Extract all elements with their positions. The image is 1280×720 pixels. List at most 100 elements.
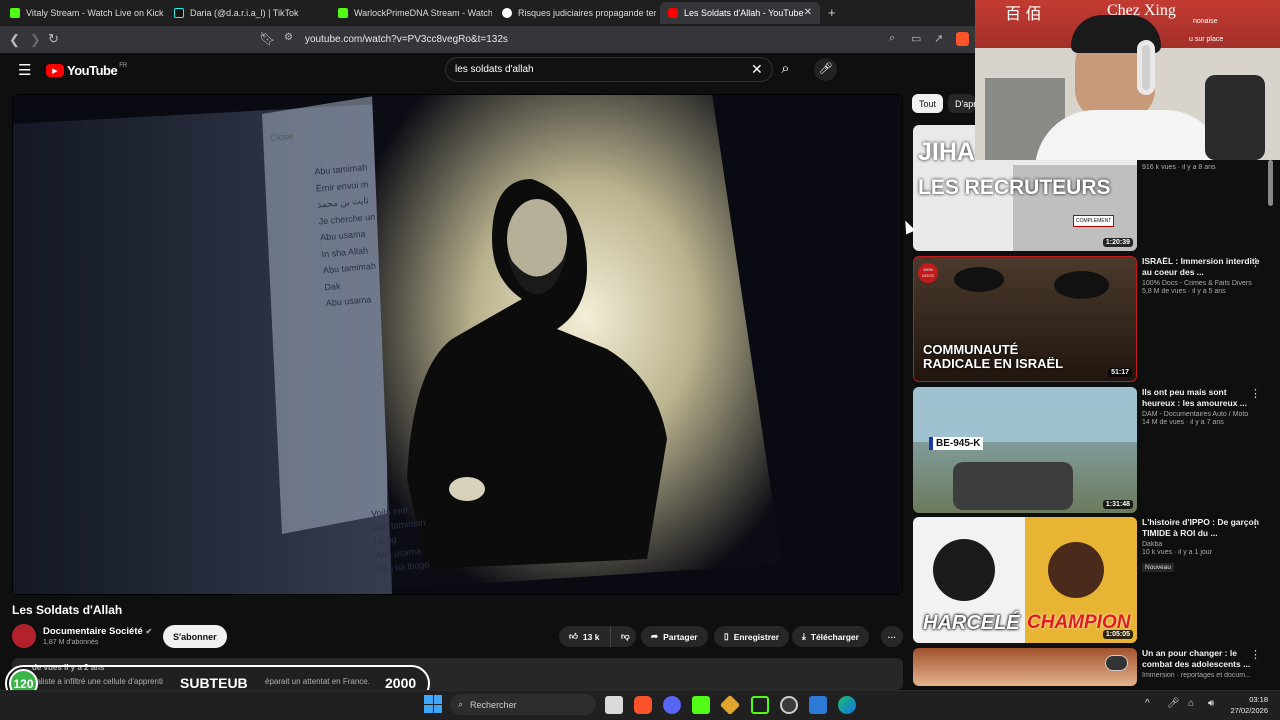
like-button[interactable]: 👍︎ 13 k xyxy=(559,626,610,647)
obs-icon[interactable] xyxy=(780,696,798,714)
chip-related[interactable]: D'apr xyxy=(948,94,975,113)
thumb-character xyxy=(933,539,995,601)
bookmark-icon[interactable]: 🔖︎ xyxy=(259,31,276,47)
download-icon: ⤓ xyxy=(802,631,806,641)
dislike-button[interactable]: 👎︎ xyxy=(610,626,636,647)
kick-app-icon[interactable] xyxy=(751,696,769,714)
subscribe-button[interactable]: S'abonner xyxy=(163,625,227,648)
thumb-text: RADICALE EN ISRAËL xyxy=(923,356,1064,371)
rec-title: Ils ont peu mais sont heureux : les amou… xyxy=(1142,387,1247,408)
rec-more-icon[interactable]: ⋮ xyxy=(1250,648,1261,661)
rec-title: ISRAËL : Immersion interdite au coeur de… xyxy=(1142,256,1260,277)
tab-youtube-active[interactable]: Les Soldats d'Allah - YouTube ✕ xyxy=(660,2,820,24)
tray-overflow-icon[interactable]: ^ xyxy=(1145,698,1150,709)
duration-badge: 1:20:39 xyxy=(1102,238,1133,247)
rec-more-icon[interactable]: ⋮ xyxy=(1250,387,1261,400)
thumb-text: LES RECRUTEURS xyxy=(918,176,1111,199)
tab-tiktok[interactable]: Daria (@d.a.r.i.a_l) | TikTok xyxy=(166,2,326,24)
tab-kick-warlock[interactable]: WarlockPrimeDNA Stream - Watch Li xyxy=(330,2,492,24)
scrollbar-thumb[interactable] xyxy=(1268,160,1273,206)
thumb-hat xyxy=(954,267,1004,292)
rec-channel: 100% Docs - Crimes & Faits Divers xyxy=(1142,280,1252,287)
tab-risques[interactable]: Risques judiciaires propagande terro xyxy=(494,2,656,24)
tab-kick-vitaly[interactable]: Vitaly Stream - Watch Live on Kick xyxy=(2,2,164,24)
share-page-icon[interactable]: ↗ xyxy=(934,32,943,45)
url-field[interactable]: youtube.com/watch?v=PV3cc8vegRo&t=132s xyxy=(278,30,878,49)
chip-all[interactable]: Tout xyxy=(912,94,944,113)
video-frame xyxy=(12,94,903,595)
back-icon[interactable]: ❮ xyxy=(9,32,20,48)
tab-label: Risques judiciaires propagande terro xyxy=(518,8,656,18)
share-button[interactable]: ➦ Partager xyxy=(641,626,708,647)
youtube-play-icon: ▶ xyxy=(46,64,64,77)
cast-icon[interactable]: ▭ xyxy=(911,32,921,45)
share-label: Partager xyxy=(663,631,698,642)
new-tab-button[interactable]: + xyxy=(828,5,836,20)
subscriber-count: 1,87 M d'abonnés xyxy=(43,639,99,646)
photos-app-icon[interactable] xyxy=(809,696,827,714)
menu-icon[interactable]: ☰ xyxy=(18,61,31,79)
rec-thumbnail-4[interactable]: HARCELÉ CHAMPION 1:05:05 xyxy=(913,517,1137,643)
clock-time: 03:18 xyxy=(1249,695,1268,704)
microphone-tray-icon[interactable]: 🎤︎ xyxy=(1167,698,1180,709)
close-tab-icon[interactable]: ✕ xyxy=(804,7,812,18)
reload-icon[interactable]: ↻ xyxy=(48,31,59,47)
microphone-icon[interactable]: 🎤︎ xyxy=(814,58,837,81)
rec-channel: Dakba xyxy=(1142,541,1163,548)
rec-thumbnail-3[interactable]: BE-945-K 1:31:48 xyxy=(913,387,1137,513)
rec-meta-2[interactable]: ISRAËL : Immersion interdite au coeur de… xyxy=(1142,256,1260,295)
chat-close-label: Close xyxy=(269,131,294,143)
rec-meta-1[interactable]: 916 k vues · il y a 8 ans xyxy=(1142,162,1260,171)
save-label: Enregistrer xyxy=(733,631,780,642)
thumb-text: COMMUNAUTÉ xyxy=(923,342,1019,357)
rec-stats: 916 k vues · il y a 8 ans xyxy=(1142,164,1216,171)
tab-label: Les Soldats d'Allah - YouTube xyxy=(684,8,804,18)
clear-search-icon[interactable]: ✕ xyxy=(751,61,763,78)
spreadsheet-icon[interactable] xyxy=(692,696,710,714)
rec-thumbnail-5[interactable] xyxy=(913,648,1137,686)
windows-start-icon[interactable] xyxy=(424,695,442,713)
search-icon[interactable]: ⌕ xyxy=(773,57,798,82)
zoom-icon[interactable]: ⌕ xyxy=(889,32,895,45)
video-player[interactable]: Close Abu tamimah Émir envoi m ثابت بن م… xyxy=(12,94,903,595)
brave-shield-icon[interactable] xyxy=(956,32,969,46)
task-view-icon[interactable] xyxy=(605,696,623,714)
thumbs-up-icon: 👍︎ xyxy=(569,631,578,641)
channel-avatar[interactable] xyxy=(12,624,36,648)
miniplayer-icon[interactable] xyxy=(1105,655,1128,671)
clock[interactable]: 03:18 27/02/2026 xyxy=(1224,694,1268,716)
youtube-icon xyxy=(668,8,678,18)
channel-name[interactable]: Documentaire Société ✔ xyxy=(43,626,152,637)
kick-icon xyxy=(10,8,20,18)
discord-icon[interactable] xyxy=(663,696,681,714)
like-count: 13 k xyxy=(582,631,600,642)
channel-name-text: Documentaire Société xyxy=(43,626,143,637)
download-button[interactable]: ⤓ Télécharger xyxy=(792,626,869,647)
thumb-people xyxy=(953,462,1073,510)
url-text: youtube.com/watch?v=PV3cc8vegRo&t=132s xyxy=(305,34,508,45)
search-value: les soldats d'allah xyxy=(455,64,534,75)
search-input[interactable]: les soldats d'allah xyxy=(445,57,773,82)
rec-thumbnail-2[interactable]: 100% DOCS COMMUNAUTÉ RADICALE EN ISRAËL … xyxy=(913,256,1137,382)
rec-more-icon[interactable]: ⋮ xyxy=(1250,256,1261,269)
forward-icon[interactable]: ❯ xyxy=(30,32,41,48)
rec-meta-4[interactable]: L'histoire d'IPPO : De garçon TIMIDE à R… xyxy=(1142,517,1260,574)
youtube-logo[interactable]: ▶ YouTube FR xyxy=(46,63,127,78)
rec-meta-3[interactable]: Ils ont peu mais sont heureux : les amou… xyxy=(1142,387,1260,426)
subgoal-target: 2000 xyxy=(385,675,417,691)
tiktok-icon xyxy=(174,8,184,18)
save-button[interactable]: ▯ Enregistrer xyxy=(714,626,790,647)
edge-browser-icon[interactable] xyxy=(838,696,856,714)
browser-tab-strip: Vitaly Stream - Watch Live on Kick Daria… xyxy=(0,0,975,26)
more-actions-button[interactable]: ··· xyxy=(881,626,903,647)
network-icon[interactable]: ⌂ xyxy=(1188,698,1194,709)
rec-stats: 14 M de vues · il y a 7 ans xyxy=(1142,419,1224,426)
rec-meta-5[interactable]: Un an pour changer : le combat des adole… xyxy=(1142,648,1260,679)
taskbar-search[interactable]: ⌕ Rechercher xyxy=(450,694,596,715)
verified-icon: ✔ xyxy=(145,627,153,636)
brave-browser-icon[interactable] xyxy=(634,696,652,714)
rec-more-icon[interactable]: ⋮ xyxy=(1250,517,1261,530)
duration-badge: 1:05:05 xyxy=(1102,630,1133,639)
thumb-plate: BE-945-K xyxy=(929,437,984,450)
volume-icon[interactable]: 🔊︎ xyxy=(1208,698,1214,709)
